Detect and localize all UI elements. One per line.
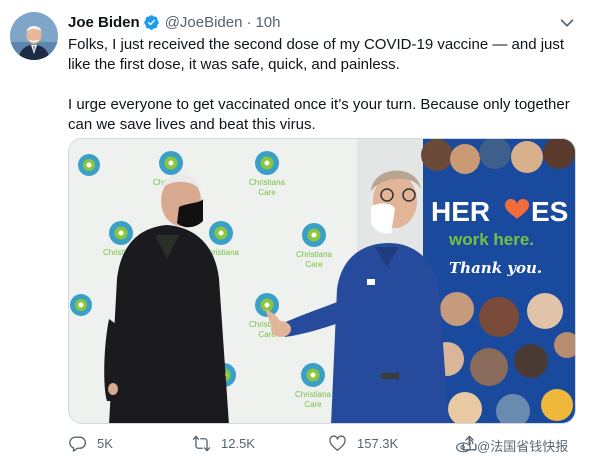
banner-thanks-text: Thank you. <box>449 259 542 277</box>
svg-text:Christiana: Christiana <box>295 390 332 399</box>
verified-badge-icon <box>143 14 160 31</box>
reply-count: 5K <box>97 435 113 451</box>
retweet-button[interactable]: 12.5K <box>192 432 255 454</box>
author-name[interactable]: Joe Biden <box>68 14 140 31</box>
svg-text:Care: Care <box>304 400 322 409</box>
like-button[interactable]: 157.3K <box>328 432 398 454</box>
banner-work-text: work here. <box>448 230 534 249</box>
weibo-logo-icon <box>456 438 474 453</box>
author-handle[interactable]: @JoeBiden <box>165 14 243 31</box>
svg-text:Christiana: Christiana <box>249 178 286 187</box>
more-caret-icon[interactable] <box>556 12 578 34</box>
banner-heroes-text-end: ES <box>531 196 568 227</box>
tweet-header: Joe Biden @JoeBiden · 10h <box>68 12 281 32</box>
tweet-paragraph-1: Folks, I just received the second dose o… <box>68 36 565 73</box>
retweet-count: 12.5K <box>221 435 255 451</box>
svg-text:Christiana: Christiana <box>296 250 333 259</box>
avatar[interactable] <box>10 12 58 60</box>
tweet[interactable]: Joe Biden @JoeBiden · 10h Folks, I just … <box>0 0 592 461</box>
tweet-timestamp[interactable]: 10h <box>255 14 280 31</box>
like-count: 157.3K <box>357 435 399 451</box>
watermark-text: @法国省钱快报 <box>477 438 569 454</box>
like-icon <box>329 434 346 451</box>
svg-text:Care: Care <box>258 188 276 197</box>
photo-scene: Christiana Christiana Care Christiana Ch… <box>69 139 575 423</box>
reply-button[interactable]: 5K <box>68 432 113 454</box>
reply-icon <box>69 435 87 452</box>
retweet-icon <box>192 435 211 451</box>
tweet-text: Folks, I just received the second dose o… <box>68 35 578 135</box>
watermark: @法国省钱快报 <box>455 436 568 454</box>
avatar-image <box>10 12 58 60</box>
tweet-paragraph-2: I urge everyone to get vaccinated once i… <box>68 96 570 133</box>
svg-text:Care: Care <box>305 260 323 269</box>
separator-dot: · <box>246 13 252 31</box>
tweet-photo[interactable]: Christiana Christiana Care Christiana Ch… <box>68 138 576 424</box>
banner-heroes-text: HER <box>431 196 490 227</box>
